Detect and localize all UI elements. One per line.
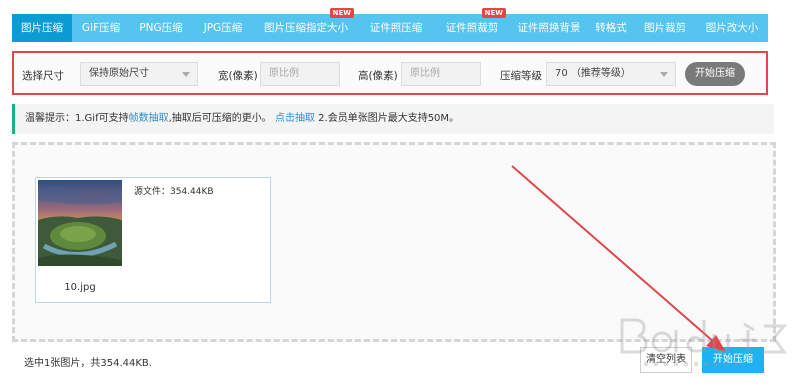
tab-id-photo-crop[interactable]: 证件照裁剪 NEW [434,8,510,42]
chevron-down-icon [660,72,668,77]
image-thumbnail [38,180,122,266]
compress-download-button[interactable]: 开始压缩 [702,347,764,373]
tab-label: 证件照换背景 [517,22,581,34]
tab-label: 图片压缩 [21,22,63,34]
width-label: 宽(像素) [218,70,258,82]
tab-id-photo-background[interactable]: 证件照换背景 [510,14,588,42]
tab-compress-to-size[interactable]: 图片压缩指定大小 NEW [254,8,358,42]
height-label: 高(像素) [358,70,398,82]
tab-label: JPG压缩 [203,22,243,34]
size-select-value: 保持原始尺寸 [89,68,149,79]
width-placeholder: 原比例 [269,68,299,79]
tab-label: 图片改大小 [705,22,759,34]
tab-label: 证件照压缩 [369,22,423,34]
size-label: 选择尺寸 [22,70,64,82]
tab-label: PNG压缩 [139,22,183,34]
tab-label: 转格式 [595,22,627,34]
tab-label: 图片压缩指定大小 [264,22,348,34]
tab-label: 证件照裁剪 [445,22,499,34]
source-file-size: 源文件：354.44KB [134,187,214,197]
selection-summary: 选中1张图片，共354.44KB. [24,358,152,369]
level-select[interactable]: 70 （推荐等级） [546,62,676,86]
chevron-down-icon [182,72,190,77]
file-name: 10.jpg [64,282,96,293]
height-placeholder: 原比例 [410,68,440,79]
new-badge: NEW [329,8,354,18]
tab-bar: 图片压缩 GIF压缩 PNG压缩 JPG压缩 图片压缩指定大小 NEW 证件照压缩… [12,8,768,42]
tab-png-compress[interactable]: PNG压缩 [130,14,192,42]
tip-text: 温馨提示：1.Gif可支持 [25,113,129,124]
level-label: 压缩等级 [500,70,542,82]
height-input[interactable]: 原比例 [401,62,481,86]
clear-list-button[interactable]: 清空列表 [640,347,692,373]
tab-label: 图片裁剪 [644,22,686,34]
tip-text: ,抽取后可压缩的更小。 [168,113,272,124]
tab-convert-format[interactable]: 转格式 [588,14,634,42]
tab-id-photo-compress[interactable]: 证件照压缩 [358,14,434,42]
frame-extract-link[interactable]: 帧数抽取 [129,113,169,124]
tip-bar: 温馨提示：1.Gif可支持帧数抽取,抽取后可压缩的更小。 点击抽取 2.会员单张… [12,104,774,134]
tab-label: GIF压缩 [81,22,121,34]
tab-gif-compress[interactable]: GIF压缩 [72,14,130,42]
new-badge: NEW [481,8,506,18]
level-select-value: 70 （推荐等级） [555,68,631,79]
tab-jpg-compress[interactable]: JPG压缩 [192,14,254,42]
tip-text: 2.会员单张图片最大支持50M。 [314,113,460,124]
file-card[interactable]: 10.jpg 源文件：354.44KB [35,177,271,303]
size-select[interactable]: 保持原始尺寸 [80,62,198,86]
upload-drop-area[interactable]: 10.jpg 源文件：354.44KB [12,142,776,342]
tab-image-resize[interactable]: 图片改大小 [696,14,768,42]
tab-image-crop[interactable]: 图片裁剪 [634,14,696,42]
start-compress-button[interactable]: 开始压缩 [685,62,745,86]
click-extract-link[interactable]: 点击抽取 [275,113,315,124]
compression-settings: 选择尺寸 保持原始尺寸 宽(像素) 原比例 高(像素) 原比例 压缩等级 70 … [12,51,768,95]
width-input[interactable]: 原比例 [260,62,340,86]
tab-image-compress[interactable]: 图片压缩 [12,14,72,42]
